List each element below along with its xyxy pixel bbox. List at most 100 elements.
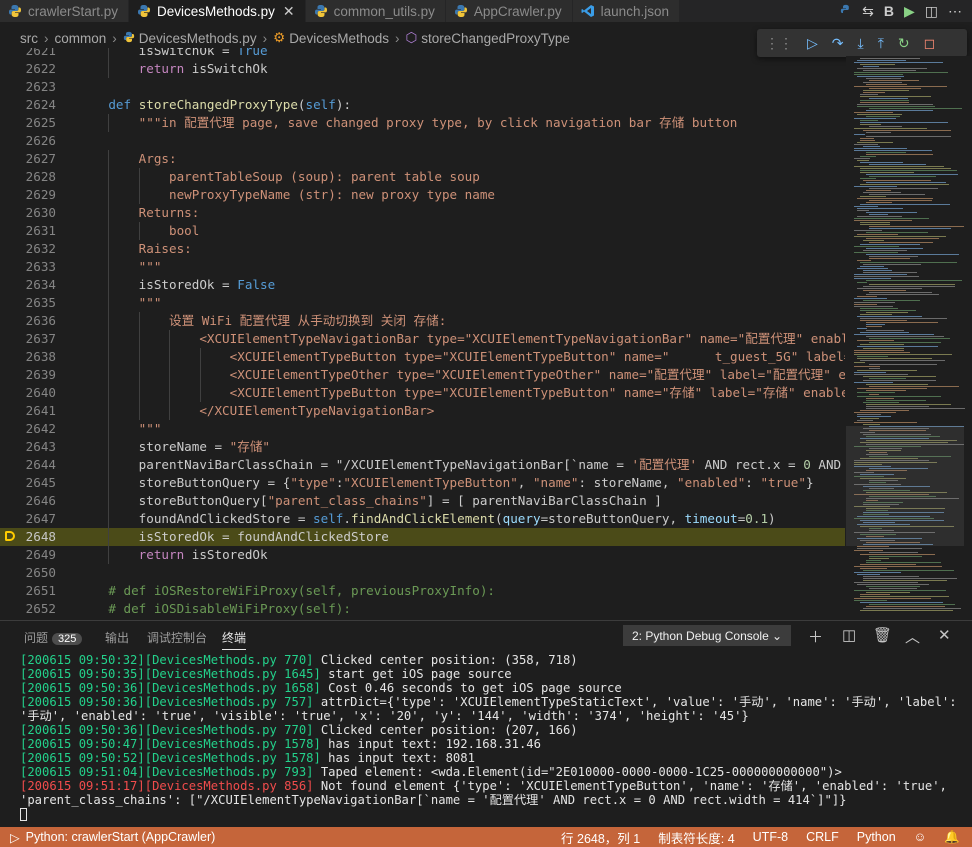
code-line[interactable]: 2626 [0, 132, 845, 150]
add-terminal-icon[interactable]: ＋ [808, 626, 823, 647]
encoding[interactable]: UTF-8 [753, 830, 788, 844]
feedback-icon[interactable]: ☺ [914, 830, 927, 844]
tab-launch-json[interactable]: launch.json [572, 0, 680, 22]
code-line[interactable]: 2640 <XCUIElementTypeButton type="XCUIEl… [0, 384, 845, 402]
code-line[interactable]: 2636 设置 WiFi 配置代理 从手动切换到 关闭 存储: [0, 312, 845, 330]
code-text: storeButtonQuery["parent_class_chains"] … [78, 493, 662, 508]
line-number: 2635 [25, 295, 56, 310]
code-line[interactable]: 2647 foundAndClickedStore = self.findAnd… [0, 510, 845, 528]
split-terminal-icon[interactable]: ◫ [842, 626, 856, 644]
code-line[interactable]: 2629 newProxyTypeName (str): new proxy t… [0, 186, 845, 204]
line-number: 2630 [25, 205, 56, 220]
terminal-prompt[interactable] [20, 807, 960, 821]
minimap[interactable] [846, 56, 972, 616]
code-line[interactable]: 2638 <XCUIElementTypeButton type="XCUIEl… [0, 348, 845, 366]
minimap-line [860, 318, 947, 319]
minimap-line [860, 266, 884, 267]
code-line[interactable]: 2621 isSwitchOk = True [0, 48, 845, 60]
terminal-select[interactable]: 2: Python Debug Console ⌄ [623, 625, 791, 646]
code-line[interactable]: 2649 return isStoredOk [0, 546, 845, 564]
code-text: bool [78, 223, 200, 238]
bold-icon[interactable]: B [884, 3, 894, 19]
code-line[interactable]: 2635 """ [0, 294, 845, 312]
code-line[interactable]: 2650 [0, 564, 845, 582]
code-line[interactable]: 2627 Args: [0, 150, 845, 168]
tab-terminal[interactable]: 终端 [222, 629, 247, 650]
log-prefix: [200615 09:50:36][DevicesMethods.py 757] [20, 695, 314, 709]
minimap-line [863, 66, 879, 67]
tab-problems[interactable]: 问题 325 [24, 629, 83, 646]
code-line[interactable]: 2628 parentTableSoup (soup): parent tabl… [0, 168, 845, 186]
breadcrumb-item[interactable]: DevicesMethods [289, 31, 389, 46]
close-icon[interactable]: ✕ [938, 626, 951, 644]
breakpoint-current-icon[interactable] [5, 531, 15, 541]
code-line[interactable]: 2630 Returns: [0, 204, 845, 222]
code-line[interactable]: 2624 def storeChangedProxyType(self): [0, 96, 845, 114]
step-into-icon[interactable]: ⤓ [858, 35, 864, 52]
code-line[interactable]: 2633 """ [0, 258, 845, 276]
minimap-line [866, 132, 891, 133]
trash-icon[interactable]: 🗑 [873, 626, 892, 644]
code-line[interactable]: 2643 storeName = "存储" [0, 438, 845, 456]
minimap-line [860, 262, 957, 263]
minimap-line [857, 282, 867, 283]
code-line[interactable]: 2646 storeButtonQuery["parent_class_chai… [0, 492, 845, 510]
code-line[interactable]: 2622 return isSwitchOk [0, 60, 845, 78]
minimap-viewport[interactable] [846, 426, 964, 546]
tab-output[interactable]: 输出 [105, 629, 129, 646]
tab-debug-console[interactable]: 调试控制台 [147, 629, 207, 646]
minimap-line [854, 220, 912, 221]
breadcrumb-item[interactable]: DevicesMethods.py [139, 31, 257, 46]
debug-target[interactable]: Python: crawlerStart (AppCrawler) [26, 830, 216, 844]
minimap-line [860, 310, 916, 311]
code-line[interactable]: 2652 # def iOSDisableWiFiProxy(self): [0, 600, 845, 616]
compare-changes-icon[interactable]: ⇆ [862, 3, 874, 20]
code-line[interactable]: 2644 parentNaviBarClassChain = "/XCUIEle… [0, 456, 845, 474]
code-line[interactable]: 2632 Raises: [0, 240, 845, 258]
code-line[interactable]: 2642 """ [0, 420, 845, 438]
tab-common-utils[interactable]: common_utils.py [305, 0, 446, 22]
tab-crawlerstart[interactable]: crawlerStart.py [0, 0, 130, 22]
restart-icon[interactable]: ↻ [898, 35, 910, 52]
chevron-up-icon[interactable]: ︿ [905, 626, 920, 647]
code-line[interactable]: 2625 """in 配置代理 page, save changed proxy… [0, 114, 845, 132]
minimap-line [866, 174, 958, 175]
code-text: isStoredOk = foundAndClickedStore [78, 529, 389, 544]
run-icon[interactable]: ▶ [904, 3, 915, 20]
code-line[interactable]: 2651 # def iOSRestoreWiFiProxy(self, pre… [0, 582, 845, 600]
step-out-icon[interactable]: ⤒ [878, 35, 884, 52]
code-line[interactable]: 2634 isStoredOk = False [0, 276, 845, 294]
more-actions-icon[interactable]: ⋯ [948, 3, 962, 20]
line-ending[interactable]: CRLF [806, 830, 839, 844]
tab-size[interactable]: 制表符长度: 4 [658, 828, 734, 847]
language-mode[interactable]: Python [857, 830, 896, 844]
tab-devicesmethods[interactable]: DevicesMethods.py ✕ [129, 0, 306, 22]
minimap-line [866, 136, 951, 137]
terminal-output[interactable]: [200615 09:50:32][DevicesMethods.py 770]… [20, 653, 960, 821]
stop-icon[interactable]: ◻ [924, 35, 936, 52]
breadcrumb-item[interactable]: src [20, 31, 38, 46]
tab-appcrawler[interactable]: AppCrawler.py [445, 0, 573, 22]
code-line[interactable]: 2641 </XCUIElementTypeNavigationBar> [0, 402, 845, 420]
code-line[interactable]: 2648 isStoredOk = foundAndClickedStore [0, 528, 845, 546]
code-line[interactable]: 2637 <XCUIElementTypeNavigationBar type=… [0, 330, 845, 348]
minimap-line [854, 186, 897, 187]
breadcrumb-item[interactable]: storeChangedProxyType [421, 31, 570, 46]
minimap-line [866, 154, 933, 155]
cursor-position[interactable]: 行 2648，列 1 [561, 828, 640, 847]
log-message: has input text: 192.168.31.46 [320, 737, 541, 751]
code-editor[interactable]: 2621 isSwitchOk = True 2622 return isSwit… [0, 48, 845, 616]
tab-label: DevicesMethods.py [157, 3, 275, 19]
close-icon[interactable]: ✕ [283, 3, 295, 20]
code-line[interactable]: 2631 bool [0, 222, 845, 240]
code-line[interactable]: 2639 <XCUIElementTypeOther type="XCUIEle… [0, 366, 845, 384]
tab-label: common_utils.py [333, 3, 435, 19]
split-editor-icon[interactable]: ◫ [925, 3, 938, 20]
code-line[interactable]: 2623 [0, 78, 845, 96]
minimap-line [857, 328, 867, 329]
code-line[interactable]: 2645 storeButtonQuery = {"type":"XCUIEle… [0, 474, 845, 492]
breadcrumb-item[interactable]: common [55, 31, 107, 46]
minimap-line [863, 192, 901, 193]
bell-icon[interactable]: 🔔 [944, 830, 960, 845]
minimap-line [857, 60, 906, 61]
